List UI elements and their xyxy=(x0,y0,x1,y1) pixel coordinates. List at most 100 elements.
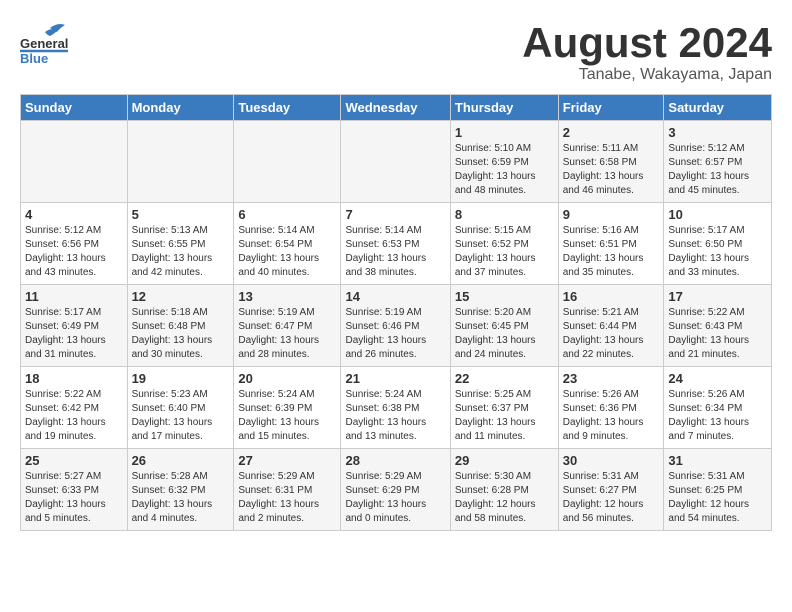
day-cell: 13 Sunrise: 5:19 AM Sunset: 6:47 PM Dayli… xyxy=(234,285,341,367)
title-block: August 2024 Tanabe, Wakayama, Japan xyxy=(522,20,772,84)
day-number: 3 xyxy=(668,125,767,140)
day-number: 8 xyxy=(455,207,554,222)
day-cell: 22Sunrise: 5:25 AM Sunset: 6:37 PM Dayli… xyxy=(450,367,558,449)
day-cell: 8Sunrise: 5:15 AM Sunset: 6:52 PM Daylig… xyxy=(450,203,558,285)
day-number: 4 xyxy=(25,207,123,222)
day-info: Sunrise: 5:19 AM Sunset: 6:47 PM Dayligh… xyxy=(238,306,336,362)
page-header: General Blue August 2024 Tanabe, Wakayam… xyxy=(20,20,772,84)
day-cell: 18 Sunrise: 5:22 AM Sunset: 6:42 PM Dayli… xyxy=(21,367,128,449)
day-info: Sunrise: 5:24 AM Sunset: 6:38 PM Dayligh… xyxy=(345,388,445,444)
day-info: Sunrise: 5:12 AM Sunset: 6:57 PM Dayligh… xyxy=(668,142,767,198)
col-header-sunday: Sunday xyxy=(21,95,128,121)
day-info: Sunrise: 5:17 AM Sunset: 6:49 PM Dayligh… xyxy=(25,306,123,362)
day-info: Sunrise: 5:22 AM Sunset: 6:42 PM Dayligh… xyxy=(25,388,123,444)
day-cell: 26 Sunrise: 5:28 AM Sunset: 6:32 PM Dayli… xyxy=(127,449,234,531)
day-number: 14 xyxy=(345,289,445,304)
day-cell: 14 Sunrise: 5:19 AM Sunset: 6:46 PM Dayli… xyxy=(341,285,450,367)
day-number: 28 xyxy=(345,453,445,468)
day-info: Sunrise: 5:29 AM Sunset: 6:29 PM Dayligh… xyxy=(345,470,445,526)
day-cell: 4 Sunrise: 5:12 AM Sunset: 6:56 PM Daylig… xyxy=(21,203,128,285)
col-header-friday: Friday xyxy=(558,95,664,121)
day-cell: 15Sunrise: 5:20 AM Sunset: 6:45 PM Dayli… xyxy=(450,285,558,367)
day-cell: 17 Sunrise: 5:22 AM Sunset: 6:43 PM Dayli… xyxy=(664,285,772,367)
week-row-1: 1 Sunrise: 5:10 AM Sunset: 6:59 PM Daylig… xyxy=(21,121,772,203)
day-info: Sunrise: 5:29 AM Sunset: 6:31 PM Dayligh… xyxy=(238,470,336,526)
col-header-wednesday: Wednesday xyxy=(341,95,450,121)
day-number: 11 xyxy=(25,289,123,304)
day-number: 17 xyxy=(668,289,767,304)
day-cell: 12Sunrise: 5:18 AM Sunset: 6:48 PM Dayli… xyxy=(127,285,234,367)
day-cell: 31Sunrise: 5:31 AM Sunset: 6:25 PM Dayli… xyxy=(664,449,772,531)
day-info: Sunrise: 5:10 AM Sunset: 6:59 PM Dayligh… xyxy=(455,142,554,198)
logo-svg: General Blue xyxy=(20,20,70,65)
day-number: 9 xyxy=(563,207,660,222)
day-cell: 11 Sunrise: 5:17 AM Sunset: 6:49 PM Dayli… xyxy=(21,285,128,367)
week-row-3: 11 Sunrise: 5:17 AM Sunset: 6:49 PM Dayli… xyxy=(21,285,772,367)
day-number: 15 xyxy=(455,289,554,304)
day-info: Sunrise: 5:26 AM Sunset: 6:34 PM Dayligh… xyxy=(668,388,767,444)
svg-text:General: General xyxy=(20,36,68,51)
day-number: 10 xyxy=(668,207,767,222)
day-cell xyxy=(341,121,450,203)
day-number: 7 xyxy=(345,207,445,222)
calendar-subtitle: Tanabe, Wakayama, Japan xyxy=(522,66,772,84)
day-cell: 28 Sunrise: 5:29 AM Sunset: 6:29 PM Dayli… xyxy=(341,449,450,531)
day-info: Sunrise: 5:22 AM Sunset: 6:43 PM Dayligh… xyxy=(668,306,767,362)
day-number: 5 xyxy=(132,207,230,222)
day-cell: 2Sunrise: 5:11 AM Sunset: 6:58 PM Daylig… xyxy=(558,121,664,203)
header-row: SundayMondayTuesdayWednesdayThursdayFrid… xyxy=(21,95,772,121)
day-number: 22 xyxy=(455,371,554,386)
day-cell: 16 Sunrise: 5:21 AM Sunset: 6:44 PM Dayli… xyxy=(558,285,664,367)
day-number: 21 xyxy=(345,371,445,386)
day-number: 1 xyxy=(455,125,554,140)
day-info: Sunrise: 5:19 AM Sunset: 6:46 PM Dayligh… xyxy=(345,306,445,362)
day-number: 30 xyxy=(563,453,660,468)
day-cell xyxy=(21,121,128,203)
day-info: Sunrise: 5:30 AM Sunset: 6:28 PM Dayligh… xyxy=(455,470,554,526)
day-number: 12 xyxy=(132,289,230,304)
day-number: 13 xyxy=(238,289,336,304)
day-cell: 23 Sunrise: 5:26 AM Sunset: 6:36 PM Dayli… xyxy=(558,367,664,449)
logo: General Blue xyxy=(20,20,70,70)
day-number: 6 xyxy=(238,207,336,222)
col-header-saturday: Saturday xyxy=(664,95,772,121)
day-info: Sunrise: 5:13 AM Sunset: 6:55 PM Dayligh… xyxy=(132,224,230,280)
day-info: Sunrise: 5:31 AM Sunset: 6:25 PM Dayligh… xyxy=(668,470,767,526)
day-cell xyxy=(127,121,234,203)
week-row-5: 25Sunrise: 5:27 AM Sunset: 6:33 PM Dayli… xyxy=(21,449,772,531)
day-cell xyxy=(234,121,341,203)
day-cell: 1 Sunrise: 5:10 AM Sunset: 6:59 PM Daylig… xyxy=(450,121,558,203)
day-info: Sunrise: 5:14 AM Sunset: 6:54 PM Dayligh… xyxy=(238,224,336,280)
week-row-2: 4 Sunrise: 5:12 AM Sunset: 6:56 PM Daylig… xyxy=(21,203,772,285)
day-cell: 29 Sunrise: 5:30 AM Sunset: 6:28 PM Dayli… xyxy=(450,449,558,531)
day-cell: 20 Sunrise: 5:24 AM Sunset: 6:39 PM Dayli… xyxy=(234,367,341,449)
day-number: 26 xyxy=(132,453,230,468)
day-info: Sunrise: 5:23 AM Sunset: 6:40 PM Dayligh… xyxy=(132,388,230,444)
col-header-thursday: Thursday xyxy=(450,95,558,121)
day-number: 20 xyxy=(238,371,336,386)
day-info: Sunrise: 5:17 AM Sunset: 6:50 PM Dayligh… xyxy=(668,224,767,280)
day-info: Sunrise: 5:16 AM Sunset: 6:51 PM Dayligh… xyxy=(563,224,660,280)
day-cell: 3 Sunrise: 5:12 AM Sunset: 6:57 PM Daylig… xyxy=(664,121,772,203)
day-info: Sunrise: 5:26 AM Sunset: 6:36 PM Dayligh… xyxy=(563,388,660,444)
day-info: Sunrise: 5:28 AM Sunset: 6:32 PM Dayligh… xyxy=(132,470,230,526)
day-number: 23 xyxy=(563,371,660,386)
day-cell: 6 Sunrise: 5:14 AM Sunset: 6:54 PM Daylig… xyxy=(234,203,341,285)
day-number: 18 xyxy=(25,371,123,386)
day-info: Sunrise: 5:31 AM Sunset: 6:27 PM Dayligh… xyxy=(563,470,660,526)
day-info: Sunrise: 5:14 AM Sunset: 6:53 PM Dayligh… xyxy=(345,224,445,280)
logo-icon: General Blue xyxy=(20,20,70,70)
day-number: 29 xyxy=(455,453,554,468)
day-number: 19 xyxy=(132,371,230,386)
day-info: Sunrise: 5:12 AM Sunset: 6:56 PM Dayligh… xyxy=(25,224,123,280)
day-cell: 27 Sunrise: 5:29 AM Sunset: 6:31 PM Dayli… xyxy=(234,449,341,531)
day-number: 25 xyxy=(25,453,123,468)
day-cell: 5 Sunrise: 5:13 AM Sunset: 6:55 PM Daylig… xyxy=(127,203,234,285)
day-cell: 9 Sunrise: 5:16 AM Sunset: 6:51 PM Daylig… xyxy=(558,203,664,285)
day-info: Sunrise: 5:24 AM Sunset: 6:39 PM Dayligh… xyxy=(238,388,336,444)
day-info: Sunrise: 5:21 AM Sunset: 6:44 PM Dayligh… xyxy=(563,306,660,362)
day-number: 16 xyxy=(563,289,660,304)
day-number: 27 xyxy=(238,453,336,468)
week-row-4: 18 Sunrise: 5:22 AM Sunset: 6:42 PM Dayli… xyxy=(21,367,772,449)
svg-text:Blue: Blue xyxy=(20,51,48,65)
